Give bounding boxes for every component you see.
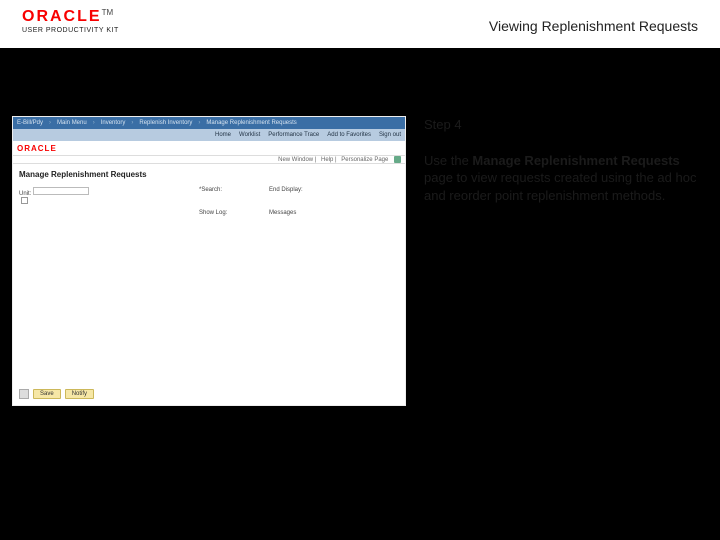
instruction-text: Use the Manage Replenishment Requests pa… [424,152,698,205]
slide-header: ORACLETM USER PRODUCTIVITY KIT Viewing R… [0,0,720,48]
nav-link: Add to Favorites [327,132,371,138]
instruction-bold: Manage Replenishment Requests [472,153,679,168]
app-subbar: New Window | Help | Personalize Page [13,155,405,164]
app-oracle-logo: ORACLE [17,144,57,153]
lookup-icon [21,197,28,204]
instruction-panel: Step 4 Use the Manage Replenishment Requ… [424,116,698,406]
breadcrumb-item: Replenish Inventory [139,120,192,126]
oracle-logo: ORACLETM USER PRODUCTIVITY KIT [22,8,162,34]
unit-input [33,187,89,195]
nav-link: Sign out [379,132,401,138]
search-label: *Search: [199,187,222,193]
nav-link: Performance Trace [268,132,319,138]
notify-button: Notify [65,389,94,399]
breadcrumb-bar: E-Bill/Pdy› Main Menu› Inventory› Replen… [13,117,405,129]
oracle-wordmark: ORACLE [22,8,102,25]
subbar-link: Personalize Page [341,157,388,163]
content-row: E-Bill/Pdy› Main Menu› Inventory› Replen… [12,116,708,406]
save-button: Save [33,389,61,399]
trademark: TM [102,8,114,17]
app-page-heading: Manage Replenishment Requests [19,170,399,179]
breadcrumb-item: Manage Replenishment Requests [206,120,296,126]
search-fields: Unit: *Search: End Display: Show Log: Me… [19,187,399,216]
disk-icon [19,389,29,399]
showlog-label: Show Log: [199,210,227,216]
subbar-link: New Window [278,157,313,163]
breadcrumb-item: Inventory [101,120,126,126]
breadcrumb-item: Main Menu [57,120,87,126]
breadcrumb-item: E-Bill/Pdy [17,120,43,126]
nav-link: Worklist [239,132,260,138]
app-nav-bar: . Home Worklist Performance Trace Add to… [13,129,405,141]
app-body: Manage Replenishment Requests Unit: *Sea… [13,164,405,222]
product-line: USER PRODUCTIVITY KIT [22,27,162,34]
nav-link: Home [215,132,231,138]
page-title: Viewing Replenishment Requests [489,18,698,34]
step-label: Step 4 [424,116,698,134]
app-screenshot-thumbnail: E-Bill/Pdy› Main Menu› Inventory› Replen… [12,116,406,406]
messages-label: Messages [269,210,296,216]
app-logo-row: ORACLE [13,141,405,155]
subbar-link: Help [321,157,333,163]
help-icon [394,156,401,163]
app-action-buttons: Save Notify [19,389,94,399]
enddt-label: End Display: [269,187,303,193]
